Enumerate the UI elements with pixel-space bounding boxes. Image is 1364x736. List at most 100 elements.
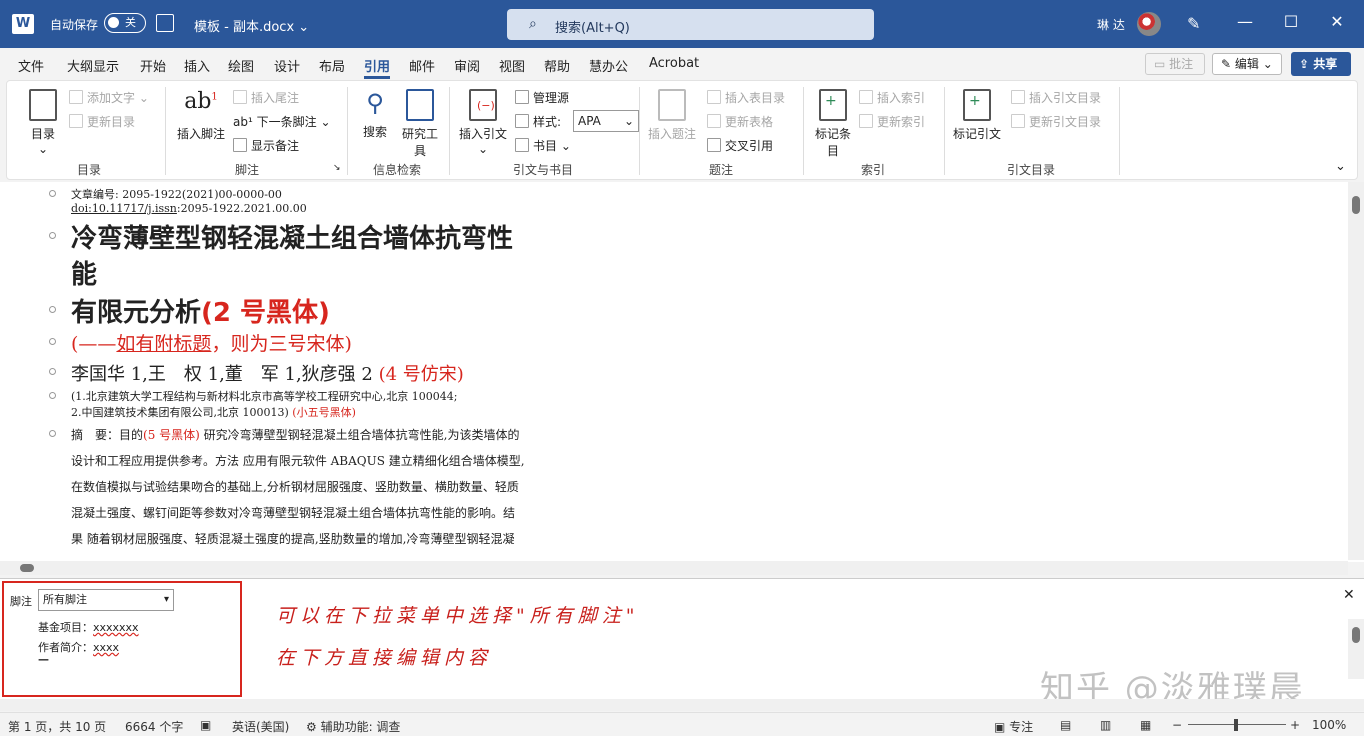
tab-view[interactable]: 视图 <box>499 56 525 75</box>
update-icon <box>69 114 83 128</box>
update-toa-button[interactable]: 更新引文目录 <box>1011 113 1101 130</box>
comment-button[interactable]: ▭ 批注 <box>1145 53 1205 75</box>
group-label-research: 信息检索 <box>373 163 422 177</box>
insert-index-button[interactable]: 插入索引 <box>859 89 925 106</box>
minimize-icon[interactable]: — <box>1230 12 1260 31</box>
next-footnote-button[interactable]: ab¹ 下一条脚注 ⌄ <box>233 113 331 130</box>
close-icon[interactable]: ✕ <box>1322 12 1352 31</box>
update-index-icon <box>859 114 873 128</box>
search-placeholder: 搜索(Alt+Q) <box>555 21 630 36</box>
tab-layout[interactable]: 布局 <box>319 56 345 75</box>
document-name[interactable]: 模板 - 副本.docx ⌄ <box>194 16 309 35</box>
footnote-pane: 脚注 所有脚注 基金项目：xxxxxxx 作者简介：xxxx — 可以在下拉菜单… <box>0 578 1364 711</box>
scroll-thumb[interactable] <box>20 564 34 572</box>
tab-home[interactable]: 开始 <box>140 56 166 75</box>
citation-style-select[interactable]: APA ⌄ <box>573 110 639 132</box>
show-notes-button[interactable]: 显示备注 <box>233 137 299 154</box>
insert-table-of-figures-button[interactable]: 插入表目录 <box>707 89 785 106</box>
abstract-text-1: 研究冷弯薄壁型钢轻混凝土组合墙体抗弯性能,为该类墙体的 <box>199 428 520 442</box>
autosave-toggle[interactable]: 关 <box>104 13 146 33</box>
fund-value: xxxxxxx <box>93 621 139 634</box>
document-canvas[interactable]: 文章编号: 2095-1922(2021)00-0000-00 doi:10.1… <box>0 182 1364 562</box>
add-text-button[interactable]: 添加文字 ⌄ <box>69 89 149 106</box>
page-count[interactable]: 第 1 页，共 10 页 <box>8 718 106 735</box>
pen-icon[interactable]: ✎ <box>1187 14 1200 33</box>
zoom-level[interactable]: 100% <box>1312 718 1346 732</box>
update-index-button[interactable]: 更新索引 <box>859 113 925 130</box>
tab-references[interactable]: 引用 <box>364 56 391 79</box>
fund-footnote[interactable]: 基金项目：xxxxxxx <box>38 619 139 635</box>
tab-review[interactable]: 审阅 <box>454 56 480 75</box>
search-box[interactable]: ⌕ 搜索(Alt+Q) <box>507 9 874 40</box>
share-label: 共享 <box>1313 57 1338 71</box>
footnote-dialog-launcher-icon[interactable]: ↘ <box>333 163 341 173</box>
edit-mode-button[interactable]: ✎ 编辑 ⌄ <box>1212 53 1282 75</box>
mark-citation-button[interactable]: + 标记引文 <box>951 89 1003 142</box>
subtitle-link: 如有附标题 <box>116 333 212 355</box>
footnote-horizontal-scrollbar[interactable] <box>0 699 1364 711</box>
bullet-icon <box>49 306 56 313</box>
tab-mailings[interactable]: 邮件 <box>409 56 435 75</box>
insert-caption-button[interactable]: 插入题注 <box>647 89 697 142</box>
user-name[interactable]: 琳 达 <box>1097 16 1125 33</box>
zoom-slider-thumb[interactable] <box>1234 719 1238 731</box>
tab-outline[interactable]: 大纲显示 <box>67 56 119 75</box>
insert-citation-button[interactable]: (−) 插入引文 ⌄ <box>457 89 509 156</box>
insert-toa-button[interactable]: 插入引文目录 <box>1011 89 1101 106</box>
avatar[interactable] <box>1137 12 1161 36</box>
footnote-vertical-scrollbar[interactable] <box>1348 619 1364 679</box>
tab-draw[interactable]: 绘图 <box>228 56 254 75</box>
bullet-icon <box>49 190 56 197</box>
tab-acrobat[interactable]: Acrobat <box>649 56 699 71</box>
cross-reference-button[interactable]: 交叉引用 <box>707 137 773 154</box>
language[interactable]: 英语(美国) <box>232 718 289 735</box>
table-of-figures-icon <box>707 90 721 104</box>
bio-footnote[interactable]: 作者简介：xxxx <box>38 639 119 655</box>
print-layout-icon[interactable]: ▥ <box>1100 718 1111 732</box>
accessibility-status[interactable]: ⚙ 辅助功能: 调查 <box>306 718 400 735</box>
focus-mode[interactable]: ▣ 专注 <box>994 718 1033 735</box>
fund-label: 基金项目： <box>38 621 93 634</box>
search-button[interactable]: ⚲ 搜索 <box>363 89 387 140</box>
mark-citation-label: 标记引文 <box>952 127 1001 141</box>
mark-entry-button[interactable]: + 标记条目 <box>813 89 853 159</box>
toc-label: 目录 <box>30 127 55 141</box>
close-icon[interactable]: ✕ <box>1343 587 1355 603</box>
collapse-ribbon-icon[interactable]: ⌄ <box>1335 159 1346 174</box>
vertical-scrollbar[interactable] <box>1348 182 1364 560</box>
footnote-type-select[interactable]: 所有脚注 <box>38 589 174 611</box>
scroll-thumb[interactable] <box>1352 627 1360 643</box>
update-table-button[interactable]: 更新表格 <box>707 113 773 130</box>
web-layout-icon[interactable]: ▦ <box>1140 718 1151 732</box>
tab-file[interactable]: 文件 <box>18 56 44 75</box>
horizontal-scrollbar[interactable] <box>0 561 1348 575</box>
update-toc-button[interactable]: 更新目录 <box>69 113 135 130</box>
zoom-in-icon[interactable]: + <box>1290 718 1300 732</box>
researcher-icon <box>406 89 434 121</box>
bullet-icon <box>49 338 56 345</box>
toc-button[interactable]: 目录 ⌄ <box>21 89 65 156</box>
share-button[interactable]: ⇪ 共享 <box>1291 52 1351 76</box>
insert-footnote-button[interactable]: ab1 插入脚注 <box>175 89 227 142</box>
ribbon-divider <box>803 87 804 175</box>
word-count[interactable]: 6664 个字 <box>125 718 183 735</box>
manage-sources-label: 管理源 <box>533 91 570 105</box>
tab-huibangong[interactable]: 慧办公 <box>589 56 628 75</box>
insert-endnote-button[interactable]: 插入尾注 <box>233 89 299 106</box>
proofing-icon[interactable]: ▣ <box>200 718 211 732</box>
tab-design[interactable]: 设计 <box>274 56 300 75</box>
save-icon[interactable] <box>156 14 174 32</box>
maximize-icon[interactable]: ☐ <box>1276 12 1306 31</box>
read-mode-icon[interactable]: ▤ <box>1060 718 1071 732</box>
tab-insert[interactable]: 插入 <box>184 56 210 75</box>
tab-help[interactable]: 帮助 <box>544 56 570 75</box>
doi-link[interactable]: doi:10.11717/j.issn <box>71 202 177 215</box>
researcher-button[interactable]: 研究工具 <box>401 89 439 159</box>
manage-sources-button[interactable]: 管理源 <box>515 89 569 106</box>
title-line-1: 冷弯薄壁型钢轻混凝土组合墙体抗弯性 <box>71 224 514 254</box>
word-logo-icon: W <box>12 14 34 34</box>
share-icon: ⇪ <box>1299 57 1314 71</box>
bibliography-button[interactable]: 书目 ⌄ <box>515 137 571 154</box>
zoom-out-icon[interactable]: − <box>1172 718 1182 732</box>
scroll-thumb[interactable] <box>1352 196 1360 214</box>
